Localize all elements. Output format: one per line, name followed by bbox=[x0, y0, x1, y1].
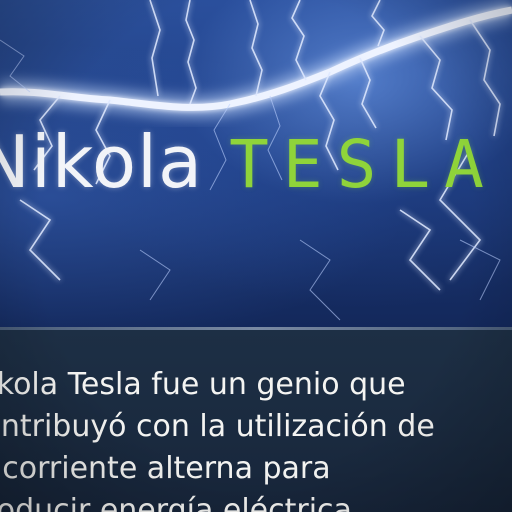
tesla-slide: Nikola TESLA Nikola Tesla fue un genio qu… bbox=[0, 0, 512, 512]
title-last-name: TESLA bbox=[229, 126, 498, 203]
title-first-name: Nikola bbox=[0, 120, 204, 204]
description-text: Nikola Tesla fue un genio que contribuyó… bbox=[0, 367, 435, 512]
slide-title: Nikola TESLA bbox=[0, 126, 498, 198]
lightning-banner: Nikola TESLA bbox=[0, 0, 512, 328]
